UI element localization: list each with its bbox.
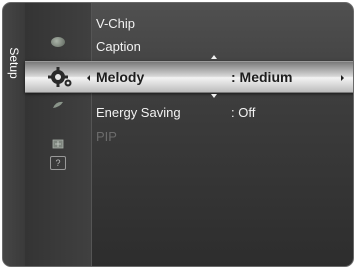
menu-item-caption[interactable]: Caption [96, 39, 141, 54]
gear-icon [48, 67, 72, 87]
right-arrow-icon[interactable] [341, 75, 344, 81]
menu-item-v-chip[interactable]: V-Chip [96, 16, 135, 31]
scroll-down-arrow-icon[interactable] [211, 94, 217, 98]
energy-saving-value: : Off [231, 105, 256, 120]
setup-menu-screen: Setup ? V-Chip Caption Melody : Medium E… [2, 2, 354, 267]
left-arrow-icon[interactable] [87, 75, 90, 81]
melody-value: : Medium [231, 69, 293, 85]
setup-side-tab[interactable]: Setup [3, 3, 26, 266]
leaf-icon[interactable] [52, 101, 64, 109]
menu-item-energy-saving[interactable]: Energy Saving [96, 105, 181, 120]
help-icon[interactable]: ? [50, 156, 66, 170]
setup-side-label: Setup [7, 47, 21, 79]
disc-icon[interactable] [51, 37, 65, 47]
box-icon[interactable] [52, 139, 64, 149]
category-icon-column: ? [25, 3, 92, 266]
selected-row-highlight [25, 61, 353, 93]
menu-item-pip: PIP [96, 129, 117, 144]
menu-item-melody[interactable]: Melody [96, 69, 144, 85]
scroll-up-arrow-icon[interactable] [211, 55, 217, 59]
